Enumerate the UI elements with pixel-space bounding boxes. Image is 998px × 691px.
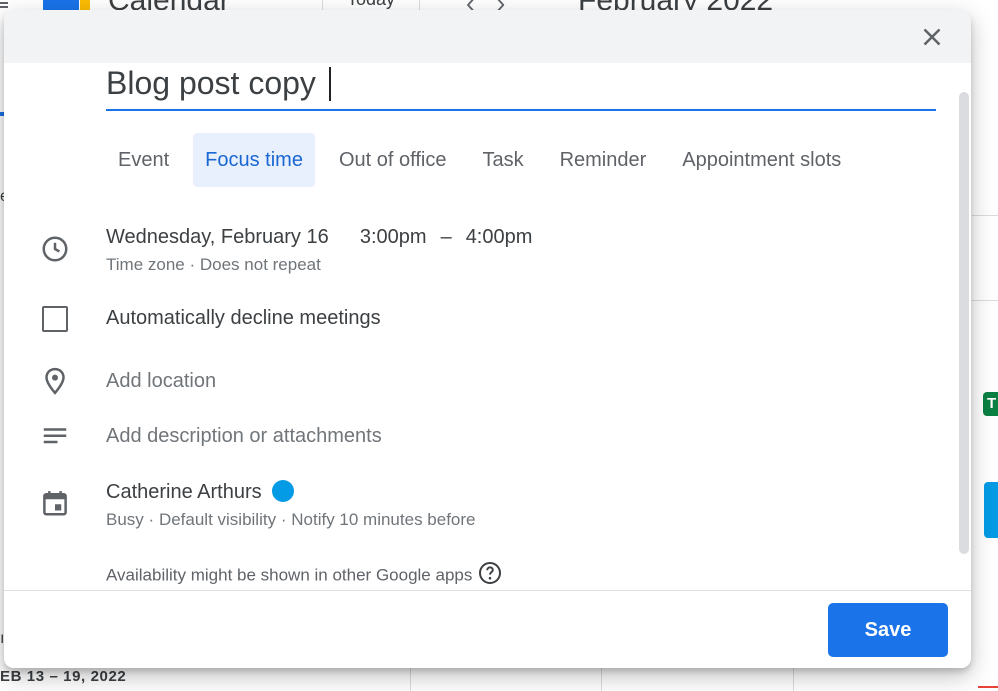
title-field[interactable]: [106, 63, 936, 111]
event-dialog: Event Focus time Out of office Task Remi…: [4, 10, 971, 668]
datetime-options: Time zone · Does not repeat: [106, 255, 321, 275]
decline-meetings-checkbox[interactable]: [42, 306, 68, 332]
visibility-selector[interactable]: Default visibility: [159, 510, 276, 529]
separator-dot: ·: [280, 510, 287, 529]
availability-text: Availability might be shown in other Goo…: [106, 565, 473, 585]
calendar-icon: [40, 488, 70, 518]
datetime-line: Wednesday, February 16 3:00pm –4:00pm: [106, 226, 532, 249]
time-separator: –: [440, 226, 452, 248]
grid-line: [793, 668, 794, 691]
add-description-field[interactable]: Add description or attachments: [106, 425, 382, 448]
help-circle-icon[interactable]: [478, 561, 502, 585]
notification-selector[interactable]: Notify 10 minutes before: [291, 510, 475, 529]
repeat-selector[interactable]: Does not repeat: [200, 255, 321, 274]
date-selector[interactable]: Wednesday, February 16: [106, 226, 329, 249]
calendar-options: Busy · Default visibility · Notify 10 mi…: [106, 510, 476, 530]
separator-dot: ·: [189, 255, 196, 274]
title-input[interactable]: [106, 63, 936, 103]
start-time-selector[interactable]: 3:00pm: [360, 226, 427, 249]
clock-icon: [40, 234, 70, 264]
tab-appointment-slots[interactable]: Appointment slots: [670, 133, 853, 187]
dialog-footer: Save: [4, 590, 971, 668]
grid-line: [410, 668, 411, 691]
availability-note: Availability might be shown in other Goo…: [106, 561, 502, 588]
grid-line: [972, 215, 998, 216]
main-menu-icon[interactable]: [0, 0, 8, 10]
event-chip[interactable]: [984, 482, 998, 538]
dialog-header: [4, 10, 971, 63]
event-chip[interactable]: T: [983, 392, 998, 416]
time-zone-link[interactable]: Time zone: [106, 255, 185, 274]
tab-focus-time[interactable]: Focus time: [193, 133, 315, 187]
week-range-label: EB 13 – 19, 2022: [0, 668, 127, 685]
save-button[interactable]: Save: [828, 603, 948, 657]
dialog-scrollbar[interactable]: [959, 92, 969, 554]
calendar-owner-line[interactable]: Catherine Arthurs: [106, 479, 294, 504]
text-caret: [329, 67, 331, 101]
close-button[interactable]: [917, 22, 947, 52]
today-label: Today: [347, 0, 395, 9]
grid-line: [601, 668, 602, 691]
location-pin-icon: [40, 366, 70, 396]
close-icon: [923, 28, 941, 46]
tab-task[interactable]: Task: [470, 133, 535, 187]
tab-reminder[interactable]: Reminder: [548, 133, 659, 187]
calendar-owner-name: Catherine Arthurs: [106, 481, 262, 503]
logo-number: 16: [52, 0, 66, 3]
separator-dot: ·: [148, 510, 155, 529]
busy-selector[interactable]: Busy: [106, 510, 144, 529]
add-location-field[interactable]: Add location: [106, 370, 216, 393]
end-time-selector[interactable]: 4:00pm: [466, 226, 533, 249]
grid-line: [972, 300, 998, 301]
tab-out-of-office[interactable]: Out of office: [327, 133, 458, 187]
current-time-indicator: [978, 686, 998, 688]
notes-icon: [40, 422, 70, 452]
event-type-tabs: Event Focus time Out of office Task Remi…: [106, 133, 865, 187]
tab-event[interactable]: Event: [106, 133, 181, 187]
decline-meetings-label: Automatically decline meetings: [106, 307, 381, 329]
calendar-color-dot: [271, 479, 294, 502]
